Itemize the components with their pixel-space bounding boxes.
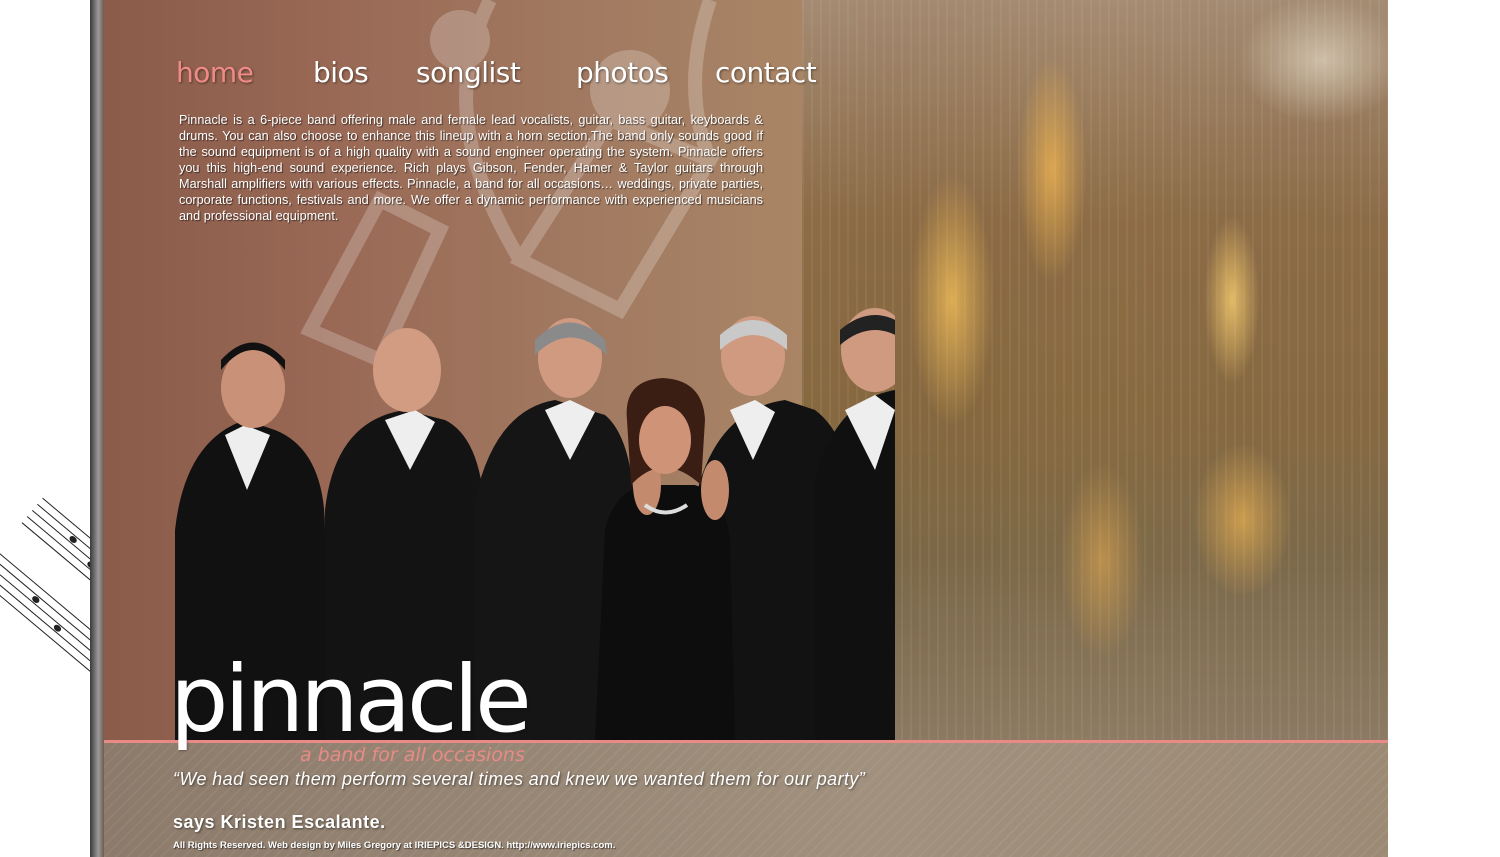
testimonial-quote: “We had seen them perform several times … [173, 769, 866, 789]
nav-photos[interactable]: photos [576, 56, 669, 89]
nav-songlist[interactable]: songlist [416, 56, 521, 89]
testimonial-attribution: says Kristen Escalante. [173, 812, 386, 832]
nav-contact[interactable]: contact [715, 56, 817, 89]
intro-paragraph: Pinnacle is a 6-piece band offering male… [179, 113, 763, 223]
nav-bios[interactable]: bios [313, 56, 369, 89]
nav-home[interactable]: home [176, 56, 254, 89]
main-frame: home bios songlist photos contact Pinnac… [90, 0, 1388, 857]
tagline: a band for all occasions [300, 744, 525, 766]
pinnacle-logo: pinnacle [170, 646, 532, 753]
footer-credits[interactable]: All Rights Reserved. Web design by Miles… [173, 840, 615, 851]
band-member-6 [815, 308, 895, 740]
frame-edge [90, 0, 104, 857]
